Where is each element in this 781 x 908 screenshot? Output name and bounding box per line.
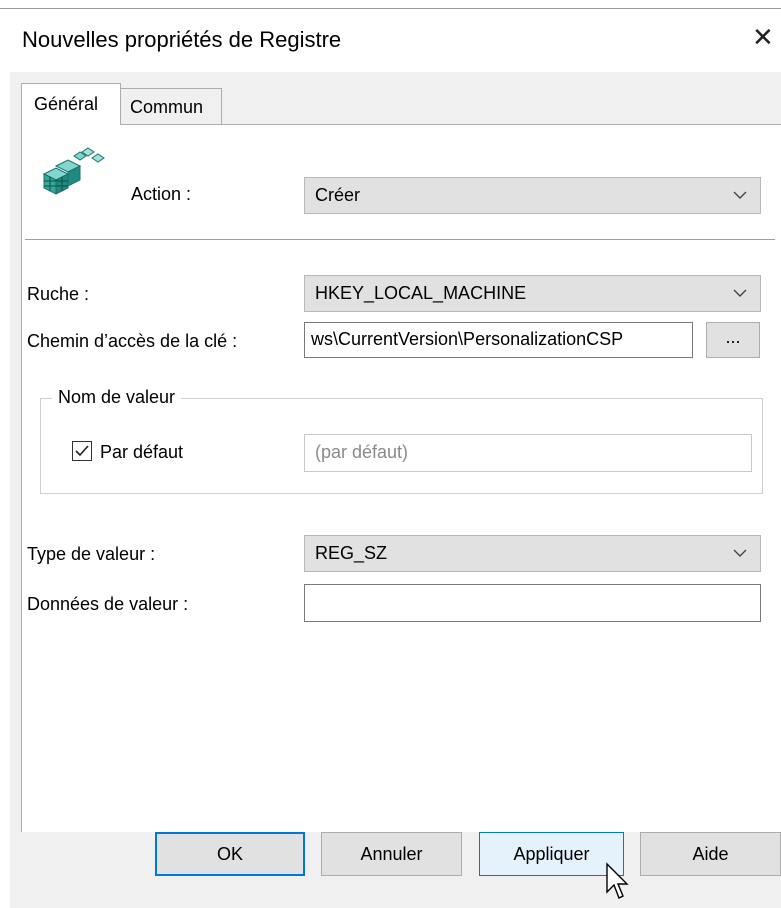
value-data-label: Données de valeur : xyxy=(27,594,189,614)
default-checkbox-label[interactable]: Par défaut xyxy=(100,442,183,463)
close-icon[interactable]: ✕ xyxy=(752,22,774,53)
apply-button[interactable]: Appliquer xyxy=(479,832,624,876)
value-name-group-title: Nom de valeur xyxy=(52,387,182,408)
chevron-down-icon xyxy=(733,549,747,557)
value-type-label: Type de valeur : xyxy=(27,544,156,564)
hive-label: Ruche : xyxy=(27,284,90,304)
checkmark-icon xyxy=(75,445,89,457)
help-button[interactable]: Aide xyxy=(640,832,781,876)
mouse-pointer-icon xyxy=(606,862,629,899)
ok-button[interactable]: OK xyxy=(155,832,305,876)
action-select[interactable]: Créer xyxy=(304,177,761,214)
value-data-input[interactable] xyxy=(304,584,761,622)
tab-general[interactable]: Général xyxy=(21,83,121,125)
hive-select-value: HKEY_LOCAL_MACHINE xyxy=(315,283,527,303)
separator xyxy=(25,239,775,240)
value-name-input: (par défaut) xyxy=(304,434,752,472)
key-path-input[interactable]: ws\CurrentVersion\PersonalizationCSP xyxy=(304,322,693,358)
value-type-select-value: REG_SZ xyxy=(315,543,388,563)
tab-common[interactable]: Commun xyxy=(121,88,222,125)
chevron-down-icon xyxy=(733,191,747,199)
dialog-title: Nouvelles propriétés de Registre xyxy=(22,27,342,52)
chevron-down-icon xyxy=(733,289,747,297)
key-path-label: Chemin d’accès de la clé : xyxy=(27,331,238,351)
hive-select[interactable]: HKEY_LOCAL_MACHINE xyxy=(304,275,761,312)
window-top-border xyxy=(0,8,781,9)
cancel-button[interactable]: Annuler xyxy=(321,832,462,876)
default-checkbox[interactable] xyxy=(72,441,92,461)
browse-button[interactable]: ... xyxy=(706,322,760,358)
action-label: Action : xyxy=(131,184,192,204)
registry-icon xyxy=(42,147,105,195)
action-select-value: Créer xyxy=(315,185,361,205)
value-type-select[interactable]: REG_SZ xyxy=(304,535,761,572)
